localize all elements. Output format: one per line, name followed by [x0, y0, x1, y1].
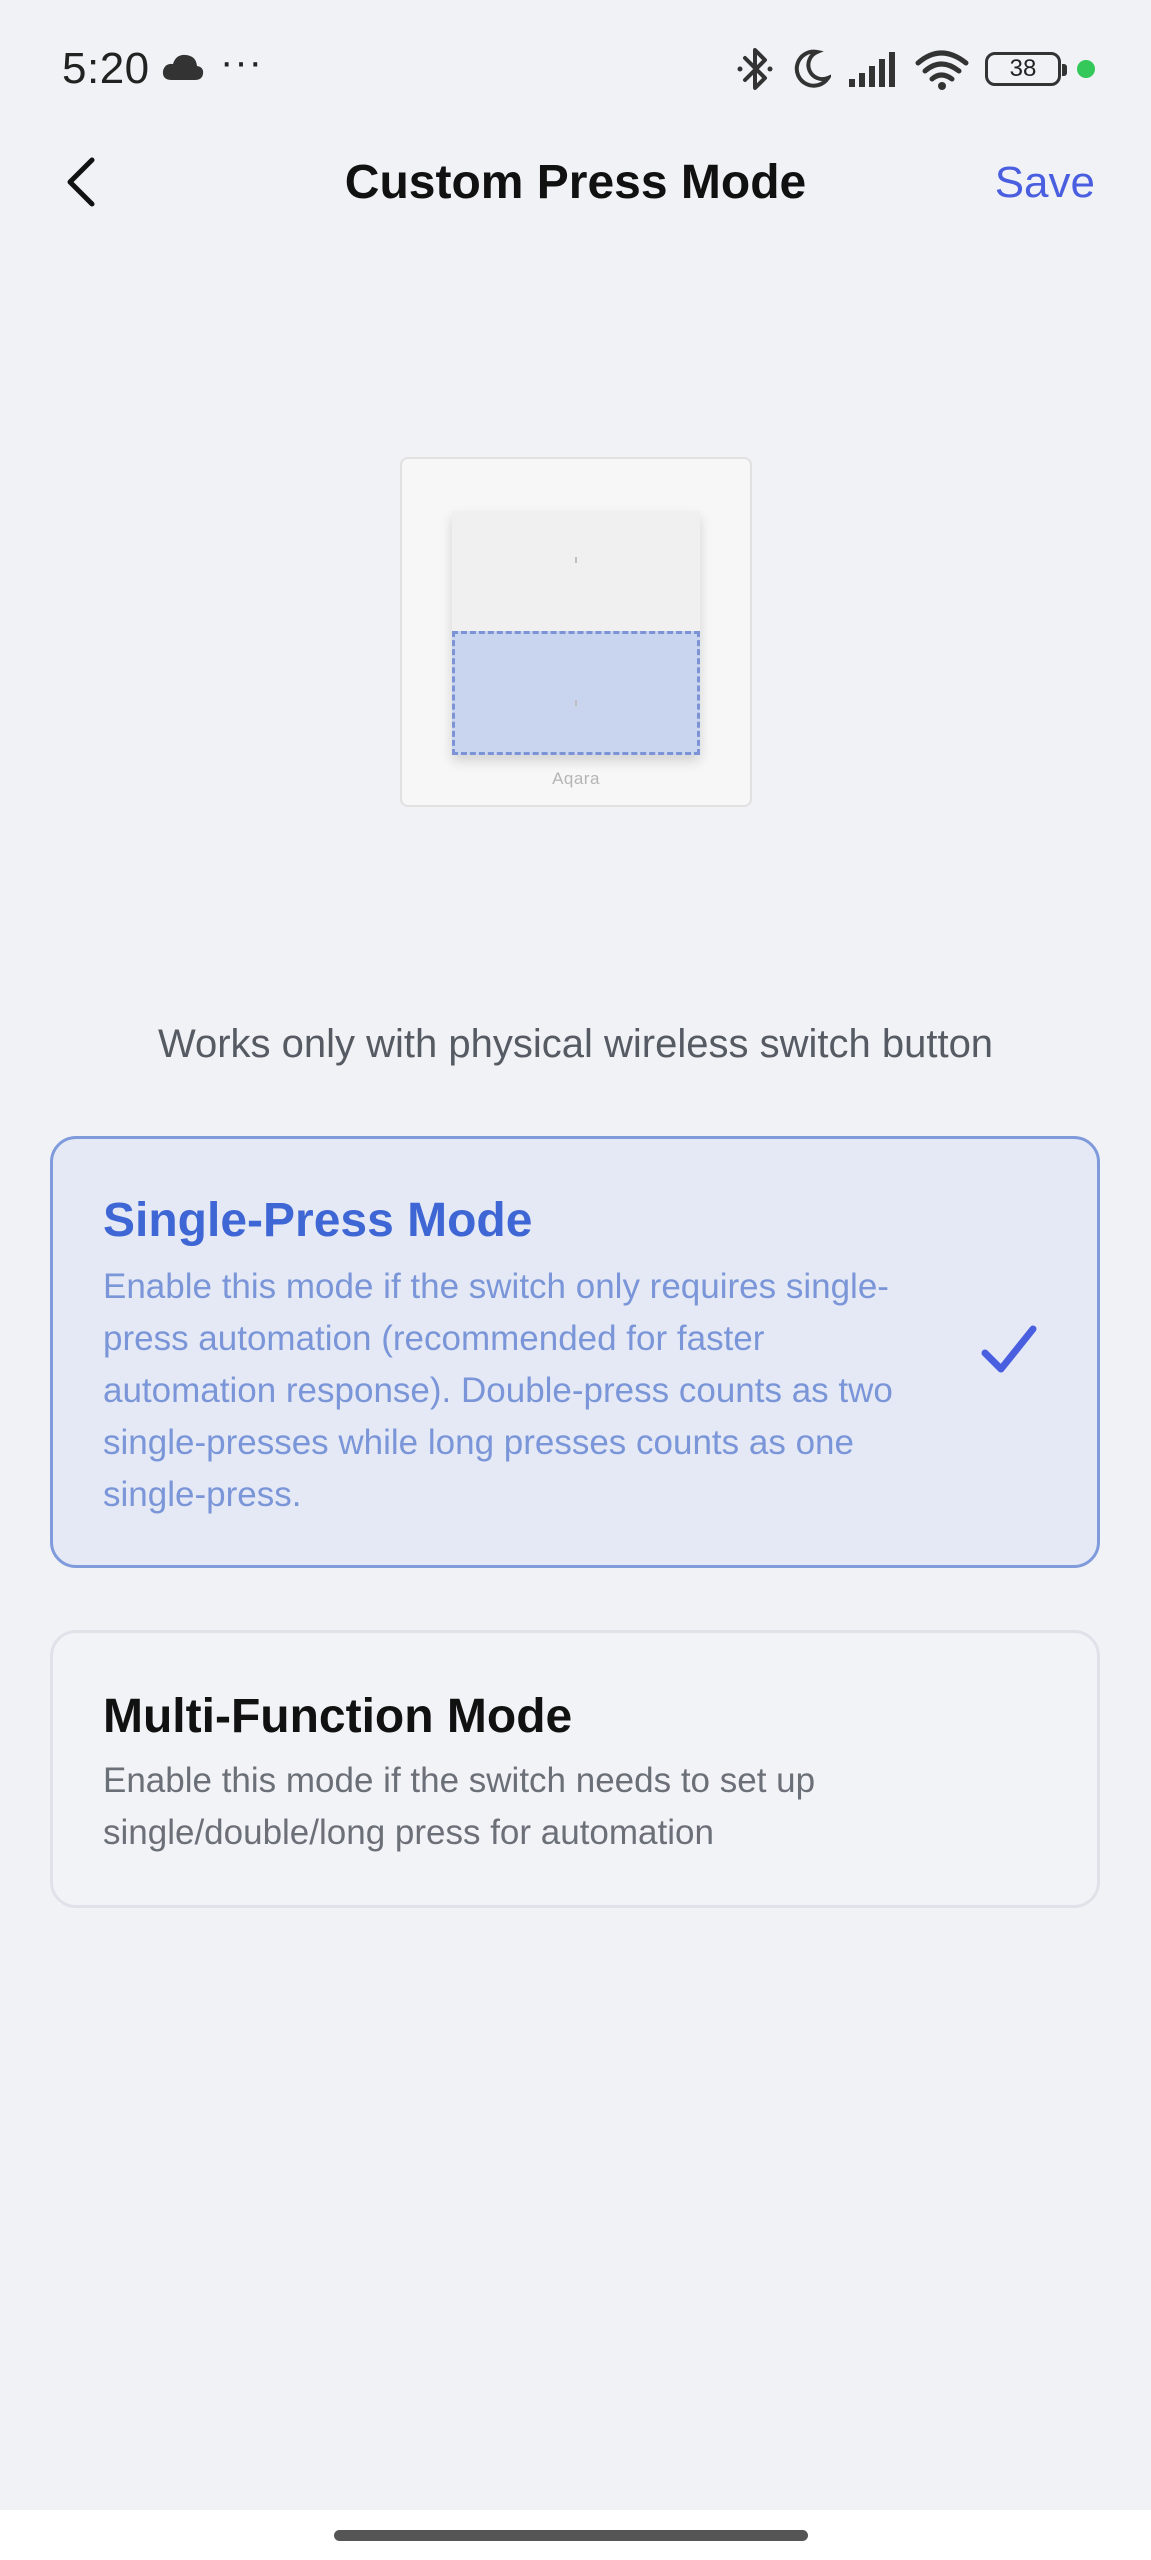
switch-top-led	[575, 557, 577, 563]
status-time: 5:20	[62, 44, 150, 93]
cloud-icon	[162, 54, 204, 80]
brand-logo: Aqara	[552, 769, 600, 788]
switch-bottom-key-highlighted	[452, 631, 700, 755]
status-icons: 38	[735, 44, 1095, 94]
multi-function-mode-card[interactable]: Multi-Function Mode Enable this mode if …	[50, 1630, 1100, 1908]
home-indicator[interactable]	[334, 2530, 808, 2541]
battery-icon: 38	[985, 52, 1067, 86]
switch-top-key	[452, 511, 700, 632]
checkmark-icon	[981, 1325, 1037, 1373]
mode-title: Multi-Function Mode	[103, 1690, 573, 1743]
moon-icon	[794, 49, 831, 88]
more-dots-icon: ···	[220, 40, 263, 84]
works-only-note: Works only with physical wireless switch…	[157, 1022, 994, 1066]
wifi-icon	[915, 50, 969, 90]
mode-title: Single-Press Mode	[103, 1194, 533, 1247]
green-status-dot	[1077, 60, 1095, 78]
switch-body	[452, 511, 700, 755]
mode-description: Enable this mode if the switch only requ…	[103, 1267, 893, 1514]
mode-description: Enable this mode if the switch needs to …	[103, 1761, 816, 1852]
switch-bottom-led	[575, 700, 577, 706]
status-bar: 5:20 ··· 38	[0, 0, 1151, 140]
single-press-mode-card[interactable]: Single-Press Mode Enable this mode if th…	[50, 1136, 1100, 1568]
bluetooth-icon	[737, 48, 773, 90]
signal-icon	[849, 52, 895, 87]
battery-level: 38	[1009, 55, 1037, 82]
switch-illustration: Aqara	[400, 457, 752, 807]
save-button[interactable]: Save	[995, 150, 1095, 216]
page-title: Custom Press Mode	[344, 156, 807, 209]
